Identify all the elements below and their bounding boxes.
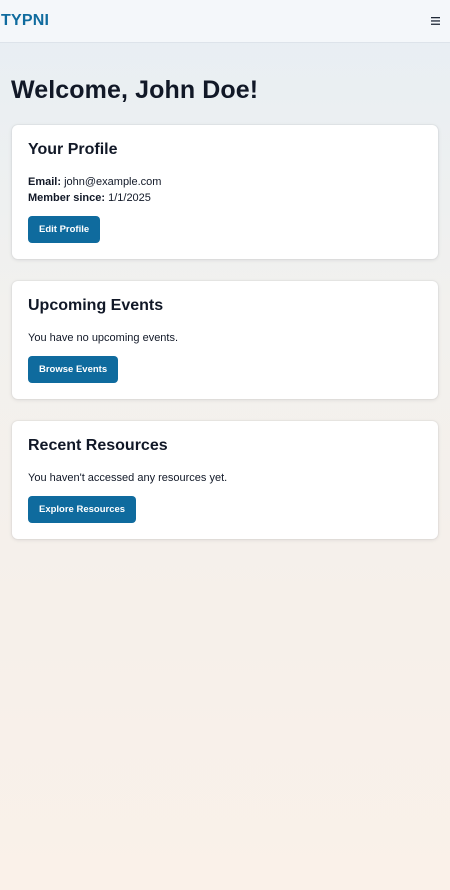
email-label: Email: [28, 176, 62, 188]
profile-card: Your Profile Email: john@example.com Mem… [12, 125, 438, 259]
resources-text: You haven't accessed any resources yet. [28, 472, 228, 484]
profile-title: Your Profile [28, 141, 118, 158]
events-title: Upcoming Events [28, 297, 164, 314]
upcoming-events-card: Upcoming Events You have no upcoming eve… [12, 281, 438, 399]
hamburger-menu-icon[interactable] [430, 16, 440, 26]
email-value: john@example.com [64, 176, 162, 188]
explore-resources-button[interactable]: Explore Resources [28, 496, 137, 523]
member-since-row: Member since: 1/1/2025 [28, 190, 422, 206]
dashboard-main: Welcome, John Doe! Your Profile Email: j… [0, 74, 450, 539]
browse-events-button[interactable]: Browse Events [28, 356, 119, 383]
member-since-value: 1/1/2025 [108, 192, 151, 204]
events-text: You have no upcoming events. [28, 332, 179, 344]
top-navbar: TYPNI [0, 0, 450, 43]
resources-title: Recent Resources [28, 437, 168, 454]
edit-profile-button[interactable]: Edit Profile [28, 216, 101, 243]
member-since-label: Member since: [28, 192, 106, 204]
logo[interactable]: TYPNI [1, 12, 49, 30]
profile-details: Email: john@example.com Member since: 1/… [28, 174, 422, 206]
email-row: Email: john@example.com [28, 174, 422, 190]
recent-resources-card: Recent Resources You haven't accessed an… [12, 421, 438, 539]
page-title: Welcome, John Doe! [11, 76, 259, 104]
